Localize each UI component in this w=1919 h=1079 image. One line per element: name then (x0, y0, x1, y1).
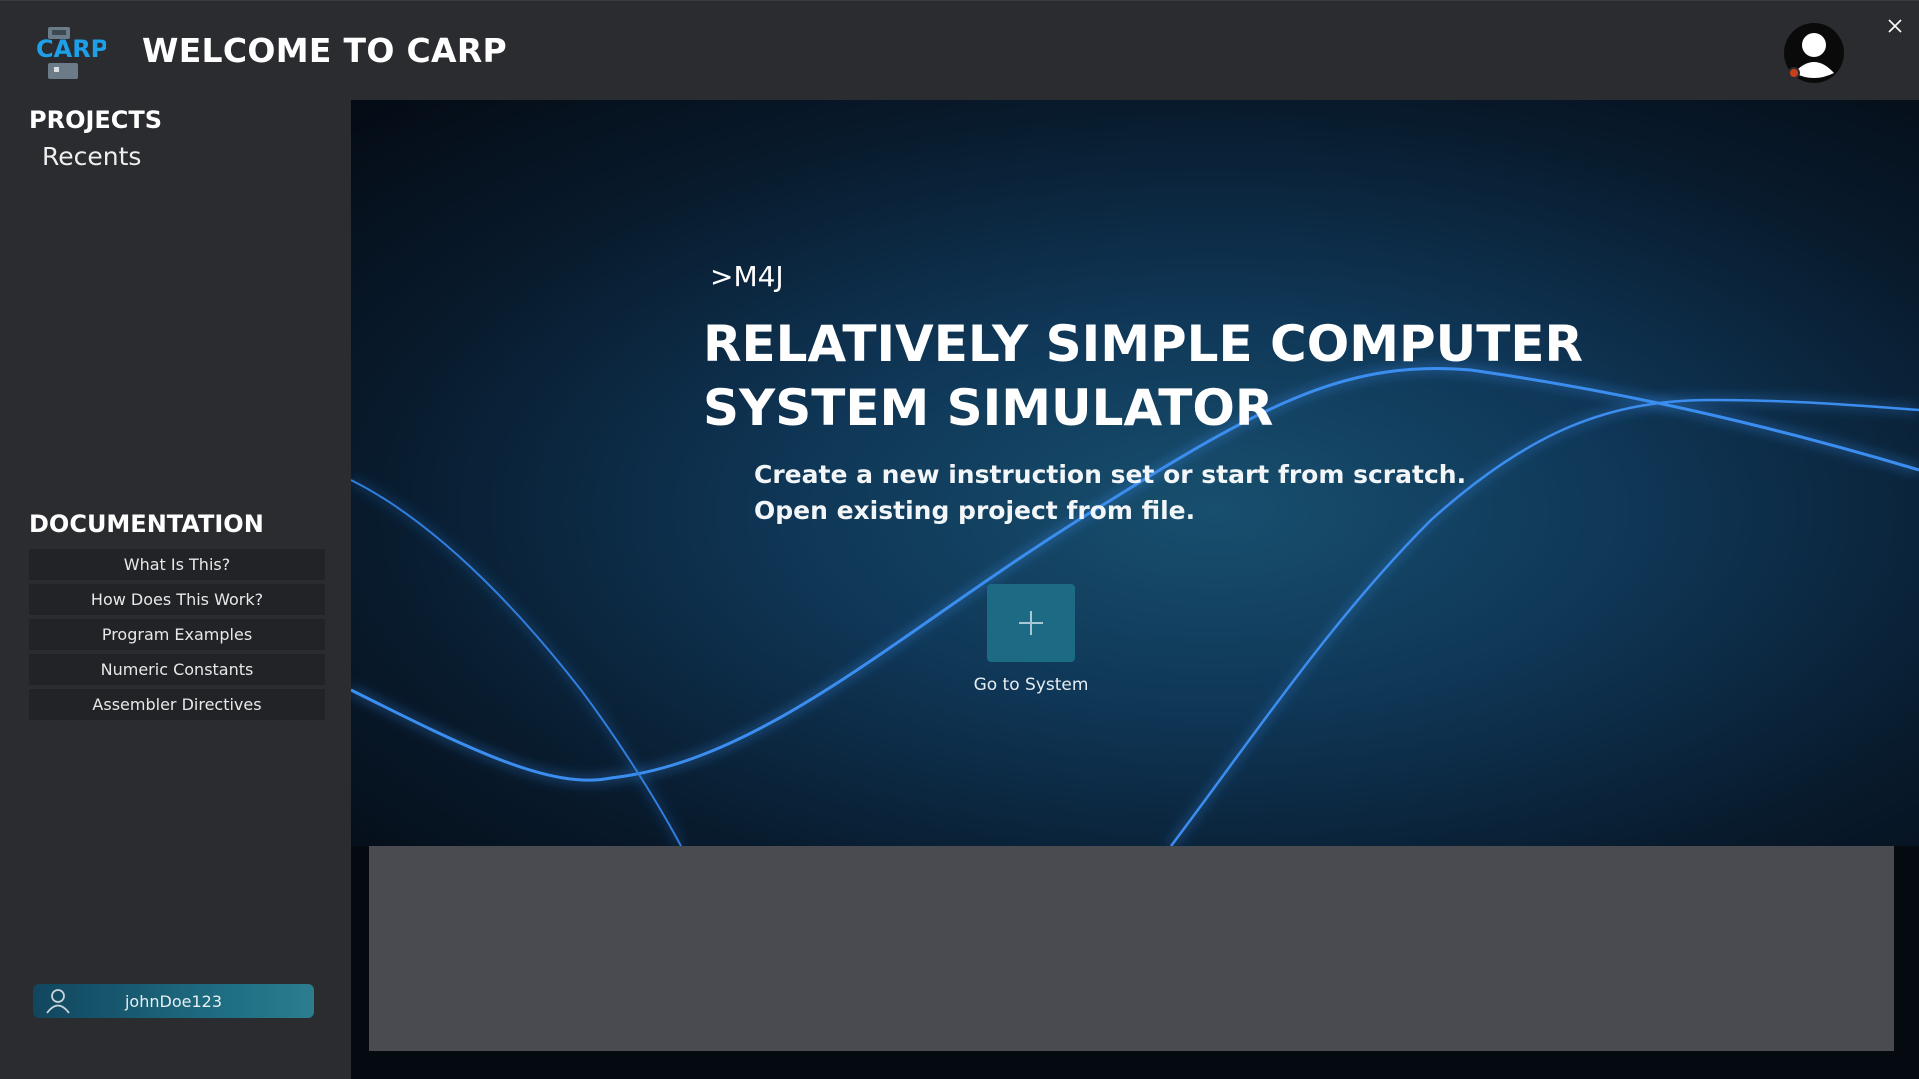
documentation-heading: DOCUMENTATION (29, 510, 264, 538)
subtitle-line-2: Open existing project from file. (754, 496, 1196, 525)
go-to-system-button[interactable] (987, 584, 1075, 662)
plus-icon (1019, 611, 1043, 635)
hero-subtitle: Create a new instruction set or start fr… (754, 457, 1466, 529)
doc-item-assembler-directives[interactable]: Assembler Directives (29, 689, 325, 720)
close-button[interactable] (1882, 13, 1908, 39)
close-icon (1888, 19, 1902, 33)
carp-logo: CARP (34, 25, 108, 81)
doc-item-how-does-this-work[interactable]: How Does This Work? (29, 584, 325, 615)
user-account-button[interactable]: johnDoe123 (33, 984, 314, 1018)
documentation-list: What Is This? How Does This Work? Progra… (29, 549, 325, 724)
content-panel (369, 846, 1894, 1051)
headline-line-2: SYSTEM SIMULATOR (703, 379, 1274, 437)
page-title: WELCOME TO CARP (142, 31, 508, 70)
recents-link[interactable]: Recents (42, 142, 141, 171)
user-avatar-icon[interactable] (1782, 21, 1846, 85)
logo-text: CARP (36, 35, 106, 63)
headline-line-1: RELATIVELY SIMPLE COMPUTER (703, 315, 1583, 373)
doc-item-what-is-this[interactable]: What Is This? (29, 549, 325, 580)
hero-headline: RELATIVELY SIMPLE COMPUTER SYSTEM SIMULA… (703, 312, 1603, 440)
subtitle-line-1: Create a new instruction set or start fr… (754, 460, 1467, 489)
doc-item-program-examples[interactable]: Program Examples (29, 619, 325, 650)
hero-tag: >M4J (710, 260, 784, 293)
hero-banner: >M4J RELATIVELY SIMPLE COMPUTER SYSTEM S… (351, 100, 1919, 846)
username-label: johnDoe123 (124, 991, 222, 1011)
go-to-system-label: Go to System (973, 675, 1089, 695)
doc-item-numeric-constants[interactable]: Numeric Constants (29, 654, 325, 685)
top-bar: CARP WELCOME TO CARP (0, 0, 1919, 100)
sidebar: PROJECTS Recents DOCUMENTATION What Is T… (0, 100, 351, 1079)
projects-heading: PROJECTS (29, 106, 163, 134)
